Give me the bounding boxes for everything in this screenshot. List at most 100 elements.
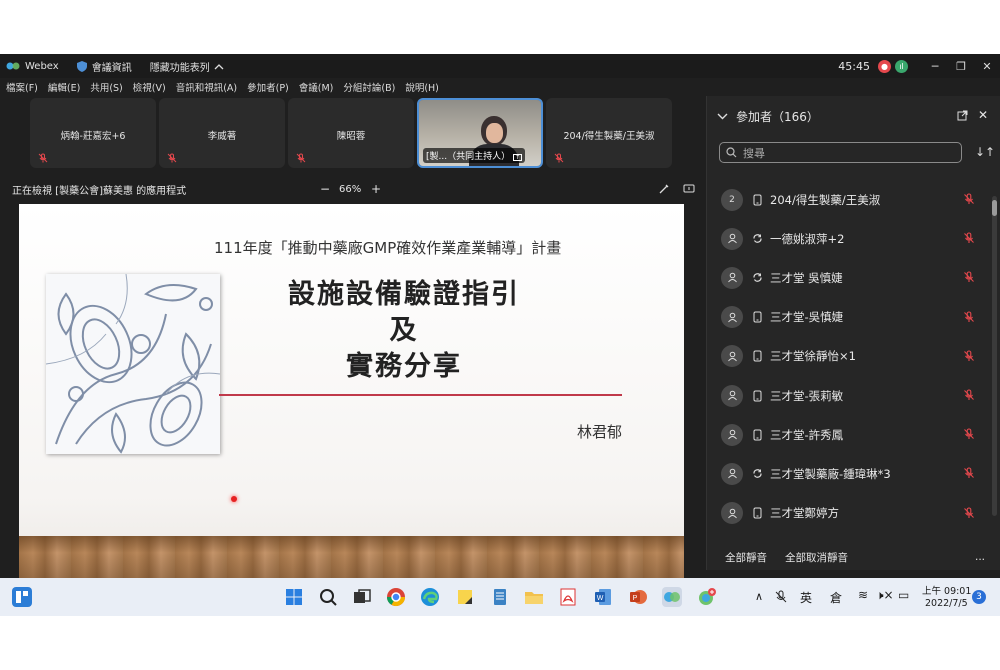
slide-title: 設施設備驗證指引 及 實務分享: [254, 277, 554, 385]
widgets-icon[interactable]: [12, 587, 32, 607]
search-placeholder: 搜尋: [743, 146, 765, 160]
chevron-down-icon[interactable]: [717, 112, 728, 120]
participants-panel: 參加者（166） ✕ 搜尋 ↓↑ 2 204/得生製藥/王美淑 一德姚淑萍+2 三才堂…: [706, 96, 1000, 570]
wifi-icon[interactable]: ≋: [858, 588, 868, 602]
menu-edit[interactable]: 編輯(E): [48, 80, 80, 94]
muted-mic-icon[interactable]: [963, 193, 975, 205]
user-avatar-icon: [721, 462, 743, 485]
powerpoint-icon[interactable]: P: [628, 587, 648, 607]
notification-badge[interactable]: 3: [972, 590, 986, 604]
sync-device-icon: [751, 468, 763, 479]
participant-tile[interactable]: 204/得生製藥/王美淑: [546, 98, 672, 168]
network-status-icon[interactable]: ıl: [895, 59, 908, 73]
zoom-out-button[interactable]: −: [320, 182, 330, 196]
phone-device-icon: [751, 390, 763, 402]
webex-window: Webex 會議資訊 隱藏功能表列 45:45 ● ıl ─ ❐ ✕ 檔案(F)…: [0, 54, 1000, 616]
tile-name: 李威著: [207, 131, 237, 142]
phone-device-icon: [751, 429, 763, 441]
edge-icon[interactable]: [420, 587, 440, 607]
tray-mic-muted-icon[interactable]: [774, 590, 788, 604]
slide-title-line: 實務分享: [346, 351, 462, 382]
unmute-all-button[interactable]: 全部取消靜音: [785, 550, 848, 565]
active-speaker-tile[interactable]: [製...（共同主持人） ↑: [417, 98, 543, 168]
volume-muted-icon[interactable]: 🕨×: [876, 588, 894, 603]
muted-mic-icon[interactable]: [963, 467, 975, 479]
word-icon[interactable]: W: [593, 587, 613, 607]
task-view-icon[interactable]: [352, 587, 372, 607]
meeting-info-button[interactable]: 會議資訊: [76, 59, 132, 74]
phone-device-icon: [751, 311, 763, 323]
menu-breakout[interactable]: 分組討論(B): [343, 80, 395, 94]
ime-mode[interactable]: 倉: [830, 589, 842, 606]
close-icon[interactable]: ✕: [974, 60, 1000, 73]
muted-mic-icon[interactable]: [963, 350, 975, 362]
webex-taskbar-icon[interactable]: [662, 587, 682, 607]
muted-mic-icon[interactable]: [963, 311, 975, 323]
participant-row[interactable]: 一德姚淑萍+2: [707, 219, 1000, 258]
menu-share[interactable]: 共用(S): [90, 80, 122, 94]
recording-icon[interactable]: ●: [878, 59, 891, 73]
menu-view[interactable]: 檢視(V): [133, 80, 166, 94]
menu-audio-video[interactable]: 音訊和視訊(A): [176, 80, 237, 94]
zoom-level[interactable]: 66%: [339, 184, 361, 195]
chevron-up-icon: [214, 63, 224, 69]
scrollbar-thumb[interactable]: [992, 200, 997, 216]
clock-time[interactable]: 上午 09:01: [922, 583, 971, 597]
battery-icon[interactable]: ▭: [898, 588, 909, 602]
participant-tile[interactable]: 李威著: [159, 98, 285, 168]
annotate-icon[interactable]: [658, 183, 670, 195]
chrome-icon[interactable]: [386, 587, 406, 607]
popout-icon[interactable]: [957, 110, 968, 121]
restore-icon[interactable]: ❐: [948, 60, 974, 73]
meeting-info-label: 會議資訊: [91, 62, 132, 74]
participant-name: 一德姚淑萍+2: [770, 231, 845, 246]
menu-file[interactable]: 檔案(F): [6, 80, 38, 94]
close-panel-icon[interactable]: ✕: [978, 108, 988, 122]
file-explorer-icon[interactable]: [524, 587, 544, 607]
windows-taskbar: W P ∧ 英 倉 ≋ 🕨× ▭ 上午 09:01 2022/7/5 3: [0, 578, 1000, 616]
participant-tile[interactable]: 炳翰-莊嘉宏+6: [30, 98, 156, 168]
phone-device-icon: [751, 350, 763, 362]
muted-mic-icon: [296, 153, 306, 163]
acrobat-icon[interactable]: [558, 587, 578, 607]
participant-row[interactable]: 三才堂徐靜怡×1: [707, 337, 1000, 376]
menu-meeting[interactable]: 會議(M): [299, 80, 334, 94]
participant-row[interactable]: 三才堂-張莉敏: [707, 376, 1000, 415]
tray-chevron-up-icon[interactable]: ∧: [755, 590, 763, 603]
participant-row[interactable]: 三才堂 吳慎婕: [707, 258, 1000, 297]
clock-date[interactable]: 2022/7/5: [925, 598, 968, 609]
hide-menu-button[interactable]: 隱藏功能表列: [150, 59, 224, 74]
participant-tile[interactable]: 陳昭蓉: [288, 98, 414, 168]
meeting-timer: 45:45: [838, 59, 870, 73]
tile-name: [製...（共同主持人） ↑: [423, 148, 525, 163]
sticky-notes-icon[interactable]: [455, 587, 475, 607]
participant-row[interactable]: 三才堂製藥廠-鍾瑋琳*3: [707, 454, 1000, 493]
minimize-icon[interactable]: ─: [922, 60, 948, 73]
participant-scrollbar[interactable]: [992, 196, 997, 516]
participant-row[interactable]: 三才堂鄭婷方: [707, 494, 1000, 533]
shared-slide[interactable]: 111年度「推動中藥廠GMP確效作業產業輔導」計畫 設施設備驗證指引 及 實務分…: [19, 204, 684, 578]
popout-share-icon[interactable]: [683, 183, 695, 195]
menu-participants[interactable]: 參加者(P): [247, 80, 289, 94]
more-options-button[interactable]: ...: [975, 551, 985, 563]
start-icon[interactable]: [284, 587, 304, 607]
sort-icon[interactable]: ↓↑: [975, 145, 995, 159]
mute-all-button[interactable]: 全部靜音: [725, 550, 767, 565]
participant-row[interactable]: 三才堂-吳慎婕: [707, 298, 1000, 337]
menu-help[interactable]: 說明(H): [405, 80, 439, 94]
participant-search-input[interactable]: 搜尋: [719, 142, 962, 163]
participant-row[interactable]: 2 204/得生製藥/王美淑: [707, 180, 1000, 219]
notepad-icon[interactable]: [490, 587, 510, 607]
search-icon[interactable]: [318, 587, 338, 607]
muted-mic-icon[interactable]: [963, 428, 975, 440]
muted-mic-icon[interactable]: [963, 232, 975, 244]
muted-mic-icon[interactable]: [963, 271, 975, 283]
ime-language[interactable]: 英: [800, 589, 812, 606]
user-avatar-icon: [721, 345, 743, 368]
webex-meetings-icon[interactable]: [697, 587, 717, 607]
muted-mic-icon[interactable]: [963, 389, 975, 401]
participant-row[interactable]: 三才堂-許秀鳳: [707, 415, 1000, 454]
muted-mic-icon[interactable]: [963, 506, 975, 519]
zoom-in-button[interactable]: +: [371, 182, 381, 196]
webex-app[interactable]: Webex: [6, 61, 59, 72]
